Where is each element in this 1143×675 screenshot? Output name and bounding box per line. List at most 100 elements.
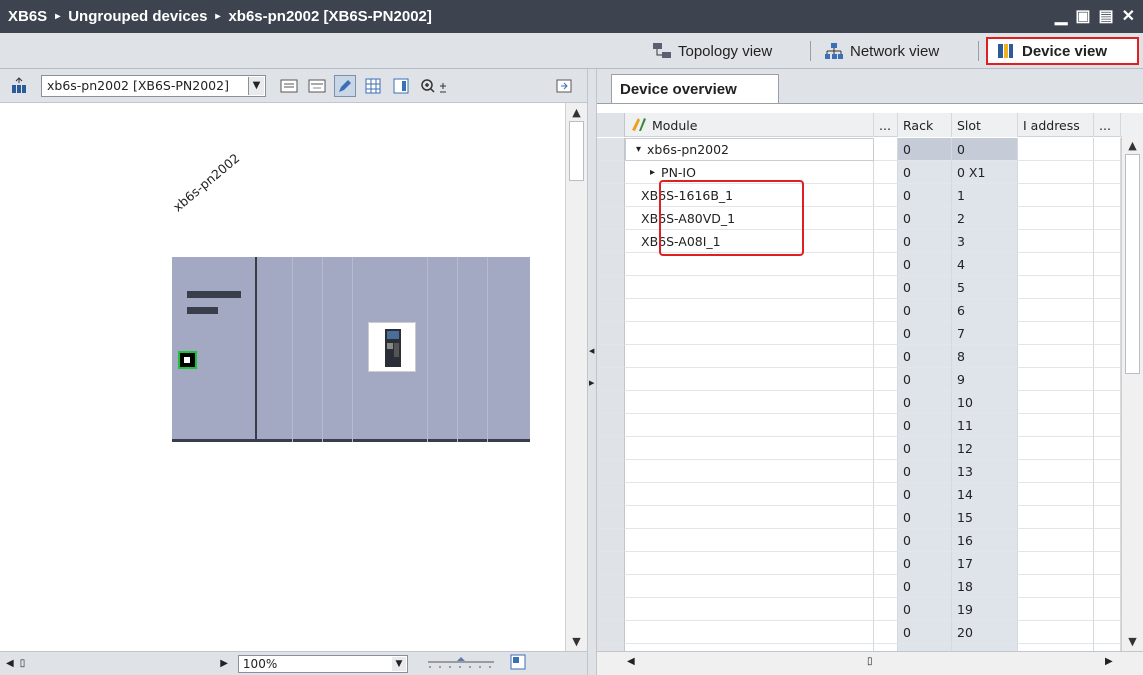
table-row[interactable]: 021 <box>597 644 1143 651</box>
module-cell[interactable] <box>625 437 874 460</box>
collapse-left-icon[interactable]: ◀ <box>589 347 594 355</box>
tab-topology-view[interactable]: Topology view <box>644 37 780 65</box>
name-icon[interactable] <box>306 75 328 97</box>
module-cell[interactable] <box>625 253 874 276</box>
i-address-cell[interactable] <box>1018 207 1094 230</box>
scroll-right-icon[interactable]: ▶ <box>220 658 228 669</box>
canvas-vertical-scrollbar[interactable]: ▲ ▼ <box>565 103 587 651</box>
header-rack[interactable]: Rack <box>898 113 952 137</box>
table-row[interactable]: 0 17 <box>597 552 1143 575</box>
i-address-cell[interactable] <box>1018 345 1094 368</box>
module-cell[interactable] <box>625 575 874 598</box>
scroll-thumb-icon[interactable]: ▯ <box>867 656 873 667</box>
i-address-cell[interactable] <box>1018 621 1094 644</box>
header-i-address[interactable]: I address <box>1018 113 1094 137</box>
module-cell[interactable] <box>625 391 874 414</box>
module-cell[interactable] <box>625 529 874 552</box>
header-more[interactable]: ... <box>1094 113 1121 137</box>
i-address-cell[interactable] <box>1018 483 1094 506</box>
module-cell[interactable] <box>625 368 874 391</box>
tab-network-view[interactable]: Network view <box>816 37 947 65</box>
table-horizontal-scrollbar[interactable]: ◀ ▯ ▶ <box>597 651 1143 675</box>
close-icon[interactable]: ✕ <box>1122 6 1135 26</box>
table-row[interactable]: 0 10 <box>597 391 1143 414</box>
i-address-cell[interactable] <box>1018 368 1094 391</box>
maximize-icon[interactable]: ▤ <box>1098 6 1113 26</box>
i-address-cell[interactable] <box>1018 506 1094 529</box>
collapse-right-icon[interactable]: ▶ <box>589 379 594 387</box>
i-address-cell[interactable] <box>1018 138 1094 161</box>
i-address-cell[interactable] <box>1018 276 1094 299</box>
i-address-cell[interactable] <box>1018 184 1094 207</box>
table-row[interactable]: 0 12 <box>597 437 1143 460</box>
table-row[interactable]: 09 <box>597 368 1143 391</box>
panel-icon[interactable] <box>390 75 412 97</box>
i-address-cell[interactable] <box>1018 161 1094 184</box>
module-cell[interactable]: ▾ xb6s-pn2002 <box>625 138 874 161</box>
table-row[interactable]: 0 20 <box>597 621 1143 644</box>
breadcrumb-project[interactable]: XB6S <box>8 8 47 25</box>
module-cell[interactable] <box>625 414 874 437</box>
i-address-cell[interactable] <box>1018 598 1094 621</box>
scroll-thumb[interactable] <box>569 121 584 181</box>
tab-device-overview[interactable]: Device overview <box>611 74 779 103</box>
table-row[interactable]: 0 18 <box>597 575 1143 598</box>
overview-icon[interactable] <box>510 654 526 673</box>
table-row[interactable]: 08 <box>597 345 1143 368</box>
minimize-icon[interactable]: ▁ <box>1055 6 1067 26</box>
device-canvas[interactable]: xb6s-pn2002 <box>0 103 565 651</box>
table-row[interactable]: ▾ xb6s-pn2002 0 0 <box>597 138 1143 161</box>
module-cell[interactable] <box>625 644 874 651</box>
module-cell[interactable] <box>625 483 874 506</box>
module-cell[interactable] <box>625 322 874 345</box>
scroll-left-icon[interactable]: ◀ <box>6 658 14 669</box>
scroll-down-icon[interactable]: ▼ <box>1125 634 1140 649</box>
scroll-thumb[interactable] <box>1125 154 1140 374</box>
module-image[interactable] <box>368 322 416 372</box>
breadcrumb-device[interactable]: xb6s-pn2002 [XB6S-PN2002] <box>228 8 431 25</box>
module-cell[interactable] <box>625 552 874 575</box>
pane-splitter[interactable]: ◀ ▶ <box>587 69 597 675</box>
i-address-cell[interactable] <box>1018 460 1094 483</box>
header-module[interactable]: Module <box>625 113 874 137</box>
i-address-cell[interactable] <box>1018 437 1094 460</box>
i-address-cell[interactable] <box>1018 414 1094 437</box>
module-cell[interactable] <box>625 598 874 621</box>
expand-toggle-icon[interactable]: ▾ <box>636 144 641 155</box>
grid-icon[interactable] <box>362 75 384 97</box>
i-address-cell[interactable] <box>1018 299 1094 322</box>
chevron-down-icon[interactable]: ▼ <box>248 76 264 95</box>
tab-device-view[interactable]: Device view <box>986 37 1139 65</box>
table-row[interactable]: 04 <box>597 253 1143 276</box>
scroll-up-icon[interactable]: ▲ <box>569 105 584 120</box>
module-cell[interactable] <box>625 621 874 644</box>
scroll-down-icon[interactable]: ▼ <box>569 634 584 649</box>
breadcrumb-group[interactable]: Ungrouped devices <box>68 8 207 25</box>
zoom-in-icon[interactable] <box>418 75 452 97</box>
table-row[interactable]: 07 <box>597 322 1143 345</box>
table-row[interactable]: 0 15 <box>597 506 1143 529</box>
i-address-cell[interactable] <box>1018 230 1094 253</box>
i-address-cell[interactable] <box>1018 322 1094 345</box>
table-row[interactable]: 0 13 <box>597 460 1143 483</box>
profinet-port-icon[interactable] <box>178 351 197 369</box>
table-row[interactable]: 0 11 <box>597 414 1143 437</box>
device-select[interactable]: xb6s-pn2002 [XB6S-PN2002] ▼ <box>41 74 266 97</box>
header-slot[interactable]: Slot <box>952 113 1018 137</box>
table-row[interactable]: 06 <box>597 299 1143 322</box>
table-row[interactable]: 0 19 <box>597 598 1143 621</box>
table-row[interactable]: 0 16 <box>597 529 1143 552</box>
i-address-cell[interactable] <box>1018 644 1094 651</box>
collapse-panel-icon[interactable] <box>553 75 575 97</box>
scroll-up-icon[interactable]: ▲ <box>1125 138 1140 153</box>
rack[interactable] <box>172 257 530 442</box>
float-icon[interactable]: ▣ <box>1075 6 1090 26</box>
chevron-down-icon[interactable]: ▼ <box>391 656 406 671</box>
i-address-cell[interactable] <box>1018 529 1094 552</box>
i-address-cell[interactable] <box>1018 575 1094 598</box>
scroll-left-icon[interactable]: ◀ <box>627 656 635 667</box>
device-tree-icon[interactable] <box>8 75 30 97</box>
i-address-cell[interactable] <box>1018 552 1094 575</box>
expand-toggle-icon[interactable]: ▸ <box>650 167 655 178</box>
table-row[interactable]: 05 <box>597 276 1143 299</box>
